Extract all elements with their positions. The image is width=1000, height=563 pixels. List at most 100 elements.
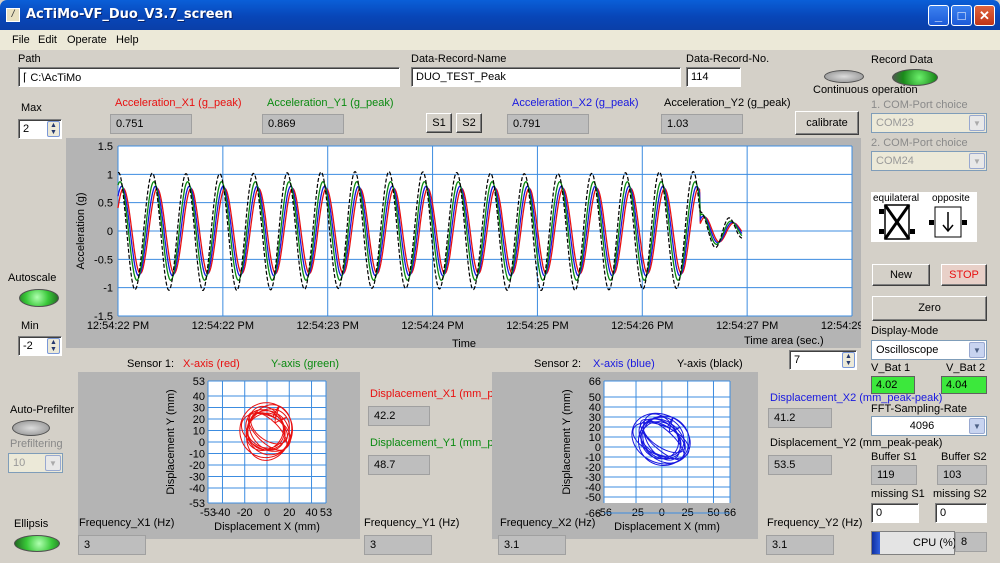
s2-button[interactable]: S2 xyxy=(456,113,482,133)
acceleration-chart: 1.510.50-0.5-1-1.512:54:22 PM 12:54:22 PM… xyxy=(75,141,861,350)
min-spinner[interactable]: ▲ ▼ xyxy=(47,338,60,354)
freq-x1-label: Frequency_X1 (Hz) xyxy=(79,517,175,529)
missing-s1-value: 0 xyxy=(871,503,919,523)
new-button[interactable]: New xyxy=(872,264,930,286)
path-field[interactable]: ⌈ C:\AcTiMo xyxy=(18,67,400,87)
cpu-value: 8 xyxy=(955,532,987,552)
close-button[interactable]: ✕ xyxy=(974,5,995,26)
com1-select[interactable]: COM23 ▼ xyxy=(871,113,987,133)
x-tick-label: 53 xyxy=(320,507,332,519)
x-tick-label: 12:54:24 PM xyxy=(401,320,463,332)
record-name-label: Data-Record-Name xyxy=(411,53,507,65)
zero-button[interactable]: Zero xyxy=(872,296,987,321)
maximize-button[interactable]: □ xyxy=(951,5,972,26)
y-tick-label: 1.5 xyxy=(98,141,113,153)
acc-y2-value: 1.03 xyxy=(661,114,743,134)
time-area-field[interactable]: 7 ▲ ▼ xyxy=(789,350,857,370)
com2-select[interactable]: COM24 ▼ xyxy=(871,151,987,171)
sensor2-chart: -56 -25 0 25 50 666650403020100-10-20-30-40-5… xyxy=(561,376,736,533)
y-tick-label: 66 xyxy=(589,376,601,388)
opposite-port-left xyxy=(929,220,934,225)
menu-edit[interactable]: Edit xyxy=(38,34,57,46)
record-data-label: Record Data xyxy=(871,54,933,66)
x-tick-label: 12:54:25 PM xyxy=(506,320,568,332)
time-area-label: Time area (sec.) xyxy=(744,335,824,347)
y-tick-label: -53 xyxy=(189,498,205,510)
record-name-field[interactable]: DUO_TEST_Peak xyxy=(411,67,681,87)
acc-x2-value: 0.791 xyxy=(507,114,589,134)
minimize-button[interactable]: _ xyxy=(928,5,949,26)
chevron-down-icon: ▼ xyxy=(969,153,985,169)
calibrate-button[interactable]: calibrate xyxy=(795,111,859,135)
chevron-down-icon: ▼ xyxy=(45,455,61,471)
autoscale-label: Autoscale xyxy=(8,272,57,284)
x-tick-label: 12:54:27 PM xyxy=(716,320,778,332)
x-tick-label: 12:54:26 PM xyxy=(611,320,673,332)
sensor1-legend-x: X-axis (red) xyxy=(183,358,240,370)
equilateral-port-br xyxy=(910,229,915,234)
y-tick-label: -50 xyxy=(585,492,601,504)
fft-label: FFT-Sampling-Rate xyxy=(871,403,967,415)
autoscale-toggle[interactable] xyxy=(19,289,59,307)
prefiltering-select[interactable]: 10 ▼ xyxy=(8,453,63,473)
y-tick-label: -1 xyxy=(103,283,113,295)
window-title: AcTiMo-VF_Duo_V3.7_screen xyxy=(26,7,233,22)
disp-y2-label: Displacement_Y2 (mm_peak-peak) xyxy=(770,437,943,449)
prefiltering-value: 10 xyxy=(13,457,26,469)
x-axis-label: Displacement X (mm) xyxy=(214,521,320,533)
max-label: Max xyxy=(21,102,42,114)
menu-file[interactable]: File xyxy=(12,34,30,46)
max-field[interactable]: 2 ▲ ▼ xyxy=(18,119,62,139)
acc-y1-value: 0.869 xyxy=(262,114,344,134)
min-field[interactable]: -2 ▲ ▼ xyxy=(18,336,62,356)
sensor1-title: Sensor 1: xyxy=(127,358,175,370)
x-tick-label: 12:54:29 PM xyxy=(821,320,861,332)
plot-area xyxy=(604,381,730,503)
time-area-value: 7 xyxy=(794,354,801,366)
continuous-operation-toggle[interactable] xyxy=(824,70,864,83)
min-label: Min xyxy=(21,320,39,332)
y-tick-label: 40 xyxy=(193,391,205,403)
com2-label: 2. COM-Port choice xyxy=(871,137,968,149)
max-spinner[interactable]: ▲ ▼ xyxy=(47,121,60,137)
freq-y2-label: Frequency_Y2 (Hz) xyxy=(767,517,863,529)
menu-help[interactable]: Help xyxy=(116,34,139,46)
record-no-field[interactable]: 114 xyxy=(686,67,741,87)
menu-operate[interactable]: Operate xyxy=(67,34,107,46)
y-tick-label: 0 xyxy=(199,437,205,449)
y-tick-label: 0 xyxy=(107,226,113,238)
auto-prefilter-label: Auto-Prefilter xyxy=(10,404,75,416)
missing-s1-label: missing S1 xyxy=(871,488,925,500)
freq-y1-value: 3 xyxy=(364,535,432,555)
vbat1-label: V_Bat 1 xyxy=(871,362,911,374)
y-tick-label: 0.5 xyxy=(98,198,113,210)
ellipsis-toggle[interactable] xyxy=(14,535,60,552)
buffer-s2-label: Buffer S2 xyxy=(941,451,987,463)
y-tick-label: 20 xyxy=(193,414,205,426)
sensor1-chart: -53-40 -20 0 20 40 5353403020100-10-20-30-40-… xyxy=(165,376,332,533)
stop-button[interactable]: STOP xyxy=(941,264,987,286)
freq-y1-label: Frequency_Y1 (Hz) xyxy=(364,517,460,529)
y-tick-label: -10 xyxy=(189,449,205,461)
fft-select[interactable]: 4096 ▼ xyxy=(871,416,987,436)
max-value: 2 xyxy=(23,123,30,135)
record-no-label: Data-Record-No. xyxy=(686,53,770,65)
vbat2-label: V_Bat 2 xyxy=(946,362,986,374)
buffer-s2-value: 103 xyxy=(937,465,987,485)
vbat1-value: 4.02 xyxy=(871,376,915,394)
chevron-down-icon: ▼ xyxy=(969,418,985,434)
x-tick-label: 12:54:22 PM xyxy=(87,320,149,332)
disp-x1-value: 42.2 xyxy=(368,406,430,426)
time-area-spinner[interactable]: ▲ ▼ xyxy=(842,352,855,368)
display-mode-value: Oscilloscope xyxy=(876,344,939,356)
auto-prefilter-toggle[interactable] xyxy=(12,420,50,436)
s1-button[interactable]: S1 xyxy=(426,113,452,133)
vbat2-value: 4.04 xyxy=(941,376,987,394)
display-mode-select[interactable]: Oscilloscope ▼ xyxy=(871,340,987,360)
x-tick-label: 12:54:22 PM xyxy=(192,320,254,332)
chevron-down-icon: ▼ xyxy=(969,342,985,358)
com1-value: COM23 xyxy=(876,117,914,129)
path-label: Path xyxy=(18,53,41,65)
y-tick-label: -20 xyxy=(189,460,205,472)
freq-x2-label: Frequency_X2 (Hz) xyxy=(500,517,596,529)
